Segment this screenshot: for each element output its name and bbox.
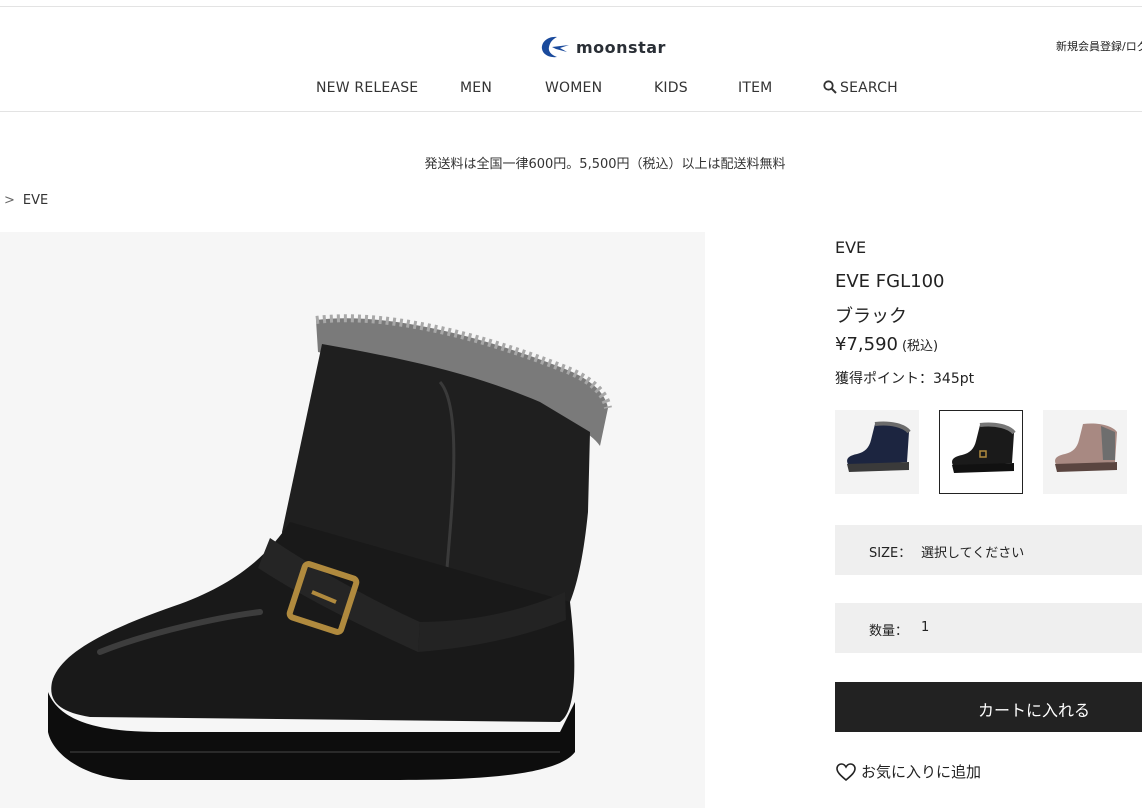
price-value: ¥7,590 (835, 334, 898, 355)
product-price: ¥7,590 (税込) (835, 334, 938, 355)
size-select[interactable]: SIZE： 選択してください (835, 525, 1142, 575)
product-brand[interactable]: EVE (835, 238, 1142, 257)
nav-women[interactable]: WOMEN (545, 80, 602, 96)
quantity-label: 数量： (869, 624, 909, 639)
product-info: EVE EVE FGL100 ブラック ¥7,590 (税込) 獲得ポイント：34… (835, 238, 1142, 387)
top-border (0, 6, 1142, 7)
price-tax-note: (税込) (901, 339, 939, 354)
black-boot-thumb (952, 422, 1016, 473)
size-label: SIZE： (869, 546, 912, 561)
heart-icon (836, 762, 856, 781)
pink-boot-thumb (1055, 423, 1117, 472)
search-label: SEARCH (840, 80, 898, 96)
search-icon (823, 80, 837, 94)
swatch-black[interactable] (939, 410, 1023, 494)
product-name: EVE FGL100 (835, 271, 945, 292)
swatch-pink-beige[interactable] (1043, 410, 1127, 494)
nav-divider (0, 111, 1142, 112)
nav-men[interactable]: MEN (460, 80, 492, 96)
quantity-value: 1 (921, 620, 930, 635)
nav-item[interactable]: ITEM (738, 80, 772, 96)
product-color: ブラック (835, 306, 907, 327)
add-to-cart-label: カートに入れる (978, 703, 1091, 720)
moonstar-logo-mark (541, 36, 569, 58)
main-nav: NEW RELEASE MEN WOMEN KIDS ITEM SEARCH (0, 80, 1142, 98)
add-to-favorites[interactable]: お気に入りに追加 (835, 761, 981, 782)
shipping-notice: 発送料は全国一律600円。5,500円（税込）以上は配送料無料 (424, 157, 786, 172)
nav-new-release[interactable]: NEW RELEASE (316, 80, 418, 96)
account-register-login-link[interactable]: 新規会員登録/ログ (1056, 38, 1142, 54)
product-main-image[interactable] (0, 232, 705, 808)
swatch-navy[interactable] (835, 410, 919, 494)
moonstar-logo[interactable]: moonstar (540, 34, 666, 60)
nav-kids[interactable]: KIDS (654, 80, 688, 96)
breadcrumb-current[interactable]: EVE (23, 193, 48, 208)
navy-boot-thumb (847, 421, 911, 472)
boot-image (48, 314, 612, 780)
size-value: 選択してください (921, 546, 1025, 561)
add-to-cart-button[interactable]: カートに入れる (835, 682, 1142, 732)
reward-points: 獲得ポイント：345pt (835, 371, 975, 387)
quantity-select[interactable]: 数量： 1 (835, 603, 1142, 653)
favorite-label: お気に入りに追加 (861, 763, 982, 781)
breadcrumb-separator: > (4, 193, 15, 208)
nav-search[interactable]: SEARCH (823, 80, 898, 96)
breadcrumb: > EVE (4, 193, 48, 208)
logo-wordmark: moonstar (576, 37, 666, 57)
